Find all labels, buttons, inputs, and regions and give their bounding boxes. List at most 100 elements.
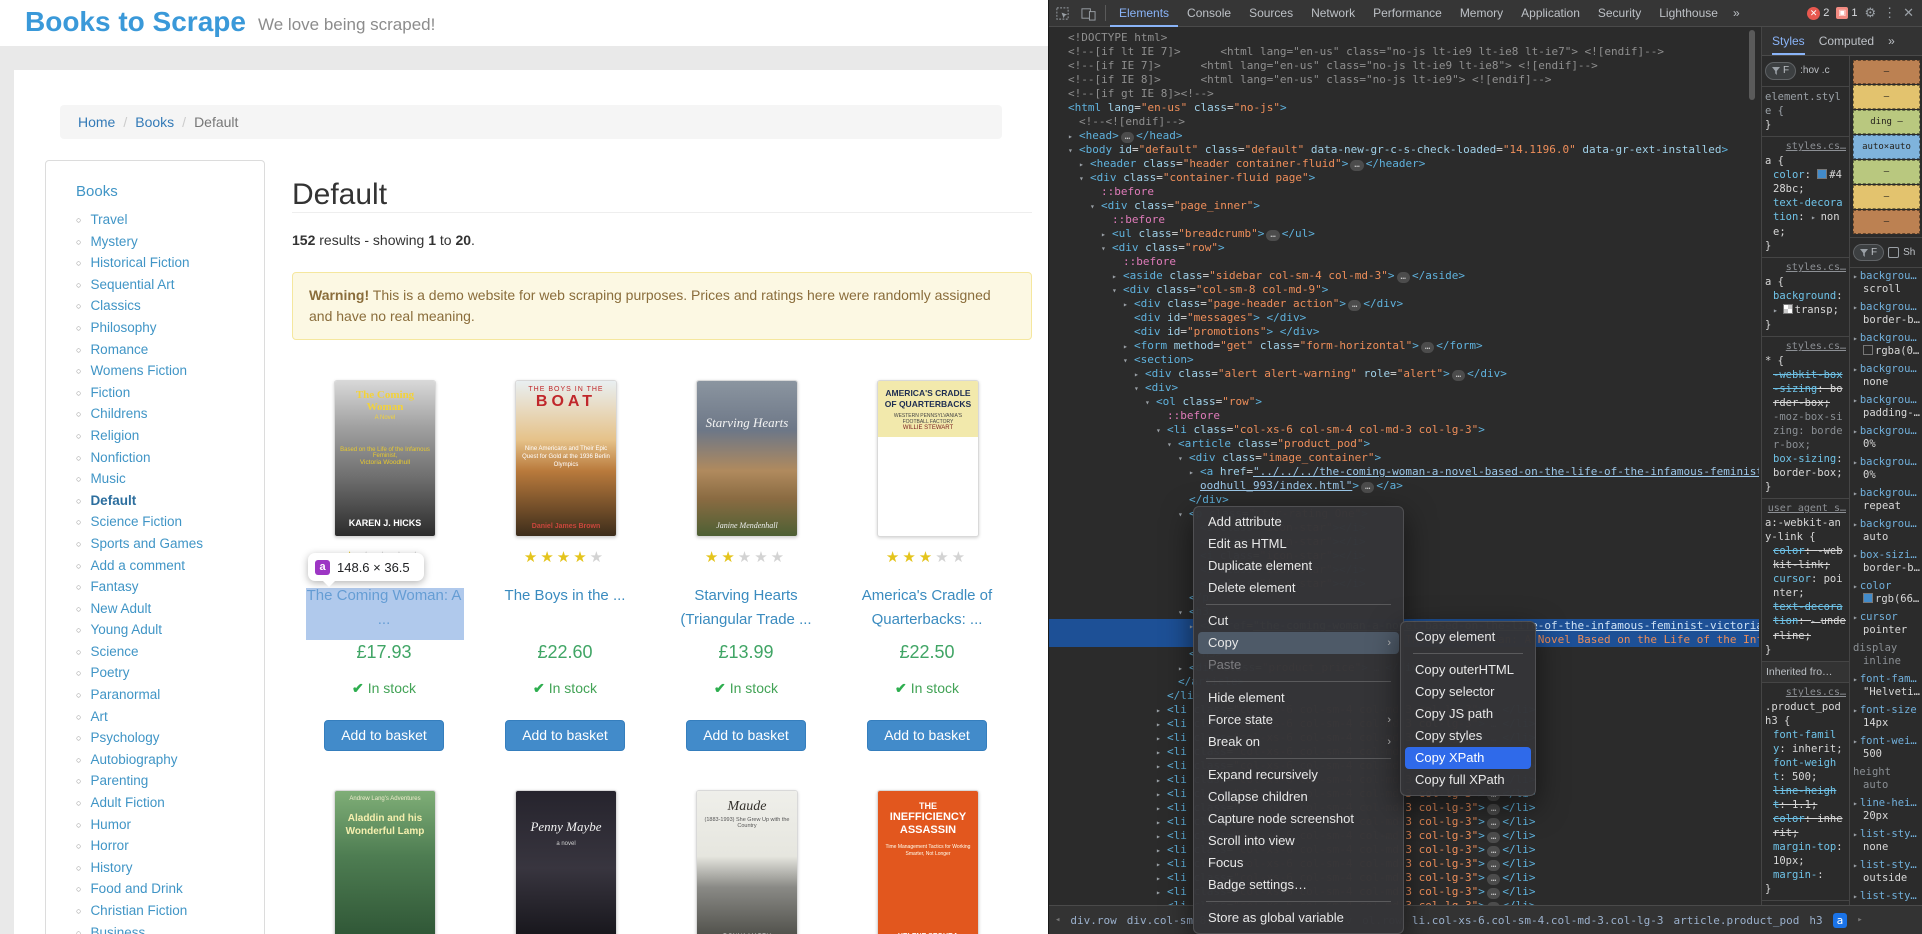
expand-arrow-right-icon[interactable]: ▸ — [1853, 458, 1858, 467]
context-menu-item[interactable]: Paste — [1194, 654, 1403, 676]
tab-sources[interactable]: Sources — [1240, 0, 1302, 27]
stylesheet-source-link[interactable]: styles.cs… — [1765, 261, 1846, 275]
css-rule[interactable]: styles.cs…a {color: #428bc;text-decorati… — [1762, 137, 1849, 258]
transparent-swatch[interactable] — [1783, 304, 1793, 314]
css-declaration[interactable]: text-decoration: ▸ underline; — [1765, 600, 1846, 643]
context-menu-item[interactable]: Copy selector — [1401, 681, 1535, 703]
expand-arrow-down-icon[interactable]: ▾ — [1178, 606, 1189, 619]
expand-arrow-down-icon[interactable]: ▾ — [1090, 200, 1101, 213]
collapsed-content-ellipsis[interactable]: … — [1487, 846, 1500, 857]
context-menu-item[interactable]: Edit as HTML — [1194, 533, 1403, 555]
context-menu-item[interactable]: Copy› — [1198, 632, 1399, 654]
category-link[interactable]: Christian Fiction — [90, 903, 187, 918]
color-swatch[interactable] — [1817, 169, 1827, 179]
computed-property[interactable]: ▸backgrou…scroll — [1850, 268, 1922, 299]
category-link[interactable]: Classics — [90, 298, 140, 313]
category-link[interactable]: Fantasy — [90, 579, 138, 594]
context-menu-item[interactable]: Duplicate element — [1194, 555, 1403, 577]
computed-filter-input[interactable]: F — [1853, 244, 1884, 261]
expand-arrow-right-icon[interactable]: ▸ — [1123, 340, 1134, 353]
category-link[interactable]: Music — [90, 471, 125, 486]
computed-property[interactable]: ▸backgrou…rgba(0… — [1850, 330, 1922, 361]
dom-tree-line[interactable]: ▾<p class="star-rating One"> — [1049, 507, 1759, 521]
category-link[interactable]: Fiction — [90, 385, 130, 400]
dom-tree-line[interactable]: oodhull_993/index.html">…</a> — [1049, 479, 1759, 493]
dom-tree-line[interactable]: <!--[if IE 7]> <html lang="en-us" class=… — [1049, 59, 1759, 73]
css-declaration[interactable]: cursor: pointer; — [1765, 572, 1846, 600]
stylesheet-source-link[interactable]: user agent s… — [1765, 502, 1846, 516]
expand-arrow-right-icon[interactable]: ▸ — [1853, 582, 1858, 591]
category-link[interactable]: Horror — [90, 838, 128, 853]
category-link[interactable]: Psychology — [90, 730, 159, 745]
expand-arrow-right-icon[interactable]: ▸ — [1178, 662, 1189, 675]
category-link[interactable]: Childrens — [90, 406, 147, 421]
tab-network[interactable]: Network — [1302, 0, 1364, 27]
css-declaration[interactable]: box-sizing: border-box; — [1765, 452, 1846, 480]
dom-tree-line[interactable]: ▾<li class="col-xs-6 col-sm-4 col-md-3 c… — [1049, 423, 1759, 437]
css-rule[interactable]: styles.cs…a {background: ▸ transp;} — [1762, 258, 1849, 337]
expand-arrow-right-icon[interactable]: ▸ — [1156, 704, 1167, 717]
dom-tree-line[interactable]: <i class="icon-star"></i> — [1049, 535, 1759, 549]
settings-gear-icon[interactable]: ⚙ — [1864, 5, 1876, 21]
dom-tree-line[interactable]: ▾<div class="container-fluid page"> — [1049, 171, 1759, 185]
styles-filter-input[interactable]: F — [1765, 62, 1796, 80]
context-menu-item[interactable]: Capture node screenshot — [1194, 808, 1403, 830]
computed-property[interactable]: displayinline — [1850, 640, 1922, 671]
dom-tree-line[interactable]: ▸<div class="alert alert-warning" role="… — [1049, 367, 1759, 381]
expand-arrow-right-icon[interactable]: ▸ — [1853, 706, 1858, 715]
expand-arrow-right-icon[interactable]: ▸ — [1853, 551, 1858, 560]
css-declaration[interactable]: background: ▸ transp; — [1765, 289, 1846, 318]
expand-arrow-right-icon[interactable]: ▸ — [1156, 774, 1167, 787]
close-devtools-icon[interactable]: ✕ — [1903, 5, 1914, 21]
context-menu-item[interactable]: Collapse children — [1194, 786, 1403, 808]
context-menu-item[interactable]: Focus — [1194, 852, 1403, 874]
element-crumb[interactable]: article.product_pod — [1674, 914, 1800, 927]
expand-arrow-down-icon[interactable]: ▾ — [1112, 284, 1123, 297]
category-link[interactable]: Young Adult — [90, 622, 162, 637]
computed-property[interactable]: ▸box-sizi…border-b… — [1850, 547, 1922, 578]
dom-tree-line[interactable]: <!--[if IE 8]> <html lang="en-us" class=… — [1049, 73, 1759, 87]
tab-lighthouse[interactable]: Lighthouse — [1650, 0, 1727, 27]
expand-arrow-right-icon[interactable]: ▸ — [1853, 799, 1858, 808]
category-link[interactable]: Food and Drink — [90, 881, 182, 896]
category-link[interactable]: Sports and Games — [90, 536, 203, 551]
element-crumb[interactable]: div.row — [1070, 914, 1116, 927]
dom-tree-line[interactable]: ▸<li class="col-xs-6 col-sm-4 col-md-3 c… — [1049, 857, 1759, 871]
computed-property[interactable]: ▸backgrou…0% — [1850, 423, 1922, 454]
book-cover-link[interactable]: THEINEFFICIENCYASSASSINTime Management T… — [877, 790, 979, 934]
book-title-link[interactable]: America's Cradle of Quarterbacks: ... — [862, 587, 992, 628]
expand-arrow-right-icon[interactable]: ▸ — [1123, 298, 1134, 311]
css-rule[interactable]: element.style {} — [1762, 87, 1849, 137]
collapsed-content-ellipsis[interactable]: … — [1397, 272, 1410, 283]
dom-tree-line[interactable]: ▾<div class="image_container"> — [1049, 451, 1759, 465]
dom-tree-line[interactable]: <i class="icon-star"></i> — [1049, 563, 1759, 577]
category-link[interactable]: Paranormal — [90, 687, 160, 702]
dom-tree-line[interactable]: ▾<div class="col-sm-8 col-md-9"> — [1049, 283, 1759, 297]
dom-tree-line[interactable]: <!--[if gt IE 8]><!--> — [1049, 87, 1759, 101]
box-model-padding[interactable]: ding — — [1853, 110, 1920, 134]
sidebar-heading[interactable]: Books — [76, 183, 264, 200]
context-menu-item[interactable]: Copy XPath — [1405, 747, 1531, 769]
stylesheet-source-link[interactable]: styles.cs… — [1765, 340, 1846, 354]
stylesheet-source-link[interactable]: styles.cs… — [1765, 140, 1846, 154]
category-link[interactable]: Default — [90, 493, 136, 508]
color-swatch[interactable] — [1863, 345, 1873, 355]
collapsed-content-ellipsis[interactable]: … — [1487, 888, 1500, 899]
collapsed-content-ellipsis[interactable]: … — [1487, 874, 1500, 885]
collapsed-content-ellipsis[interactable]: … — [1266, 230, 1279, 241]
css-rule[interactable]: styles.cs…* {-webkit-box-sizing: border-… — [1762, 337, 1849, 499]
dom-tree-line[interactable]: <div id="promotions"> </div> — [1049, 325, 1759, 339]
expand-arrow-right-icon[interactable]: ▸ — [1134, 368, 1145, 381]
breadcrumb-link-home[interactable]: Home — [78, 114, 115, 130]
dom-tree-line[interactable]: ▸<div class="page-header action">…</div> — [1049, 297, 1759, 311]
dom-tree-line[interactable]: </p> — [1049, 591, 1759, 605]
dom-tree-line[interactable]: ▸<header class="header container-fluid">… — [1049, 157, 1759, 171]
css-declaration[interactable]: margin-: — [1765, 868, 1846, 882]
context-menu-item[interactable]: Force state› — [1194, 709, 1403, 731]
context-menu-item[interactable]: Delete element — [1194, 577, 1403, 599]
css-declaration[interactable]: line-height: 1.1; — [1765, 784, 1846, 812]
expand-arrow-right-icon[interactable]: ▸ — [1156, 886, 1167, 899]
css-declaration[interactable]: -moz-box-sizing: border-box; — [1765, 410, 1846, 452]
category-link[interactable]: Add a comment — [90, 558, 185, 573]
category-link[interactable]: Sequential Art — [90, 277, 174, 292]
